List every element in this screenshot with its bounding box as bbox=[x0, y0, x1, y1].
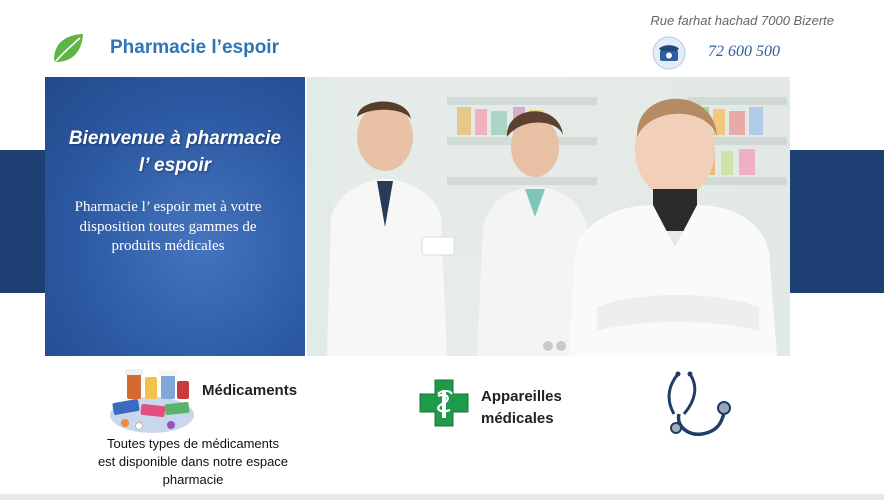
medicines-description: Toutes types de médicaments est disponib… bbox=[97, 436, 289, 487]
address: Rue farhat hachad 7000 Bizerte bbox=[650, 13, 834, 28]
pharmacy-name[interactable]: Pharmacie l’espoir bbox=[110, 37, 279, 59]
footer-divider bbox=[0, 494, 884, 500]
pharmacy-cross-icon bbox=[418, 378, 470, 428]
stethoscope-icon bbox=[650, 370, 736, 444]
carousel-dots bbox=[543, 338, 569, 356]
hero-band-left bbox=[0, 150, 45, 293]
phone-number[interactable]: 72 600 500 bbox=[708, 43, 780, 61]
hero-band-right bbox=[790, 150, 884, 293]
carousel-prev-button[interactable] bbox=[543, 341, 553, 351]
medicines-title: Médicaments bbox=[202, 382, 298, 399]
leaf-icon bbox=[50, 30, 86, 66]
medicines-icon bbox=[105, 363, 199, 435]
devices-title: Appareilles médicales bbox=[481, 386, 591, 430]
hero-photo bbox=[307, 77, 790, 356]
hero-title: Bienvenue à pharmacie l’ espoir bbox=[58, 125, 292, 179]
devices-title-line2: médicales bbox=[481, 410, 554, 427]
hero-description: Pharmacie l’ espoir met à votre disposit… bbox=[74, 199, 262, 254]
hero-title-line1: Bienvenue à pharmacie bbox=[68, 128, 282, 149]
phone-icon bbox=[652, 36, 686, 70]
carousel-next-button[interactable] bbox=[556, 341, 566, 351]
devices-title-line1: Appareilles bbox=[481, 388, 562, 405]
hero-title-line2: l’ espoir bbox=[138, 155, 212, 176]
